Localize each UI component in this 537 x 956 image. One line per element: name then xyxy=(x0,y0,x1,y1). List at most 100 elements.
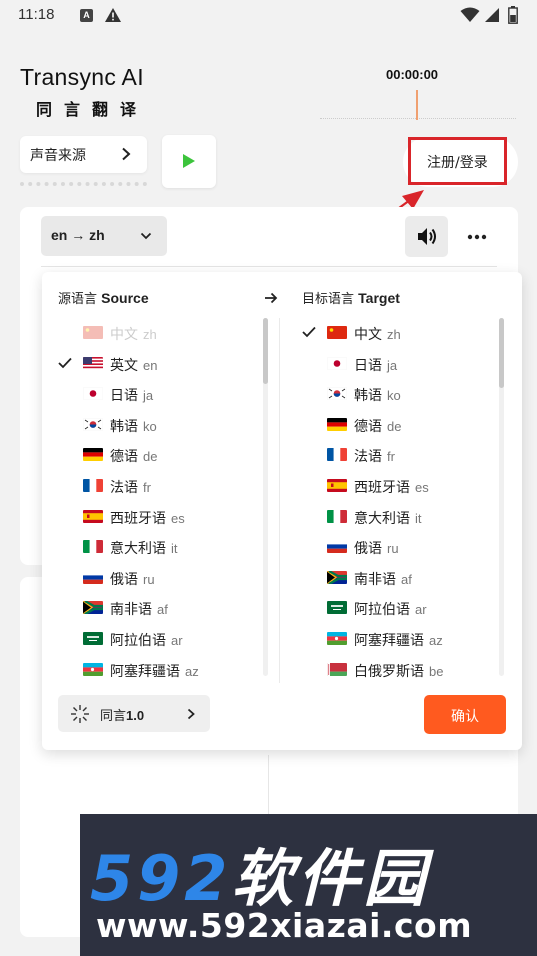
language-label: 南非语 xyxy=(354,571,396,588)
source-language-item-zh: 中文 zh xyxy=(58,318,276,349)
flag-de-icon xyxy=(83,448,103,462)
watermark-logo-text: 592软件园 xyxy=(90,828,429,918)
flag-za-icon xyxy=(83,601,103,615)
language-label: 阿塞拜疆语 xyxy=(354,632,424,649)
language-name: 阿拉伯语 ar xyxy=(354,599,427,619)
language-label: 韩语 xyxy=(110,418,138,435)
language-name: 中文 zh xyxy=(354,324,401,344)
language-code: fr xyxy=(143,479,151,495)
flag-it-icon xyxy=(327,509,347,523)
language-label: 英文 xyxy=(110,357,138,374)
target-language-item-ja[interactable]: 日语 ja xyxy=(302,349,520,380)
speaker-icon xyxy=(418,228,436,245)
app-subtitle: 同言翻译 xyxy=(36,100,149,119)
language-name: 英文 en xyxy=(110,355,157,375)
warning-icon xyxy=(105,8,121,22)
language-dropdown: 源语言 Source 目标语言 Target 中文 zh 英文 en 日语 ja 韩语 ko 德… xyxy=(42,272,522,750)
battery-icon xyxy=(508,6,518,24)
model-select-button[interactable]: 同言1.0 xyxy=(58,695,210,732)
language-code: ar xyxy=(415,602,427,618)
target-scroll-thumb[interactable] xyxy=(499,318,504,388)
recording-timer: 00:00:00 xyxy=(386,67,439,82)
waveform-playhead xyxy=(416,90,418,120)
language-label: 韩语 xyxy=(354,388,382,405)
input-level-meter xyxy=(20,182,147,188)
flag-fr-icon xyxy=(327,448,347,462)
language-code: az xyxy=(185,663,199,678)
language-name: 南非语 af xyxy=(110,599,168,619)
language-label: 德语 xyxy=(354,418,382,435)
language-code: zh xyxy=(143,327,157,342)
target-language-item-be[interactable]: 白俄罗斯语 be xyxy=(302,655,520,678)
flag-sa-icon xyxy=(327,601,347,615)
source-language-item-ja[interactable]: 日语 ja xyxy=(58,379,276,410)
source-language-item-it[interactable]: 意大利语 it xyxy=(58,532,276,563)
language-name: 德语 de xyxy=(354,416,401,436)
language-name: 白俄罗斯语 be xyxy=(354,661,443,678)
target-language-item-es[interactable]: 西班牙语 es xyxy=(302,471,520,502)
flag-cn-icon xyxy=(83,326,103,339)
language-label: 白俄罗斯语 xyxy=(354,663,424,678)
language-name: 法语 fr xyxy=(110,477,151,497)
checkmark-icon xyxy=(302,326,316,338)
target-heading-cn: 目标语言 xyxy=(302,292,355,307)
language-code: ja xyxy=(143,388,154,404)
confirm-button[interactable]: 确认 xyxy=(424,695,506,734)
target-language-item-zh[interactable]: 中文 zh xyxy=(302,318,520,349)
language-name: 阿拉伯语 ar xyxy=(110,630,183,650)
source-language-item-af[interactable]: 南非语 af xyxy=(58,593,276,624)
speaker-button[interactable] xyxy=(405,216,448,257)
language-code: es xyxy=(171,510,185,526)
language-label: 俄语 xyxy=(354,541,382,558)
source-language-item-az[interactable]: 阿塞拜疆语 az xyxy=(58,655,276,678)
flag-by-icon xyxy=(327,662,347,676)
source-language-item-en[interactable]: 英文 en xyxy=(58,349,276,380)
source-language-item-fr[interactable]: 法语 fr xyxy=(58,471,276,502)
site-watermark: 592软件园 www.592xiazai.com xyxy=(80,814,537,956)
source-language-list[interactable]: 中文 zh 英文 en 日语 ja 韩语 ko 德语 de 法语 fr 西班牙语 es 意大利语 it 俄语 ru… xyxy=(58,318,276,678)
source-language-item-ko[interactable]: 韩语 ko xyxy=(58,410,276,441)
app-title: Transync AI xyxy=(20,64,144,90)
target-language-item-de[interactable]: 德语 de xyxy=(302,410,520,441)
language-name: 日语 ja xyxy=(110,385,153,405)
language-code: ja xyxy=(387,357,398,373)
source-language-item-ar[interactable]: 阿拉伯语 ar xyxy=(58,624,276,655)
play-icon xyxy=(183,154,195,168)
language-label: 阿拉伯语 xyxy=(110,632,166,649)
source-scroll-thumb[interactable] xyxy=(263,318,268,384)
model-label: 同言1.0 xyxy=(100,705,144,724)
arrow-right-icon xyxy=(265,292,278,304)
source-language-item-de[interactable]: 德语 de xyxy=(58,440,276,471)
language-name: 意大利语 it xyxy=(354,508,422,528)
language-label: 意大利语 xyxy=(354,510,410,527)
audio-source-button[interactable]: 声音来源 xyxy=(20,136,147,173)
target-language-item-az[interactable]: 阿塞拜疆语 az xyxy=(302,624,520,655)
source-language-item-ru[interactable]: 俄语 ru xyxy=(58,563,276,594)
more-options-icon[interactable] xyxy=(466,230,488,244)
confirm-label: 确认 xyxy=(451,709,479,725)
target-language-item-af[interactable]: 南非语 af xyxy=(302,563,520,594)
signal-icon xyxy=(485,8,499,22)
target-language-item-fr[interactable]: 法语 fr xyxy=(302,440,520,471)
flag-ru-icon xyxy=(327,540,347,554)
target-language-item-it[interactable]: 意大利语 it xyxy=(302,502,520,533)
language-code: de xyxy=(387,418,402,434)
language-label: 西班牙语 xyxy=(354,479,410,496)
flag-fr-icon xyxy=(83,478,103,492)
source-language-item-es[interactable]: 西班牙语 es xyxy=(58,502,276,533)
target-language-item-ar[interactable]: 阿拉伯语 ar xyxy=(302,593,520,624)
target-language-list[interactable]: 中文 zh 日语 ja 韩语 ko 德语 de 法语 fr 西班牙语 es 意大利语 it 俄语 ru 南非语 a… xyxy=(302,318,520,678)
language-code: be xyxy=(429,663,444,678)
play-button[interactable] xyxy=(162,135,216,188)
sparkle-model-icon xyxy=(71,705,89,723)
flag-us-icon xyxy=(83,356,103,370)
target-language-item-ko[interactable]: 韩语 ko xyxy=(302,379,520,410)
target-language-item-ru[interactable]: 俄语 ru xyxy=(302,532,520,563)
language-name: 南非语 af xyxy=(354,569,412,589)
flag-sa-icon xyxy=(83,631,103,645)
watermark-name: 软件园 xyxy=(231,842,430,915)
language-pair-button[interactable]: en → zh xyxy=(41,216,167,256)
language-code: zh xyxy=(387,327,401,342)
language-code: ru xyxy=(143,571,155,587)
waveform-baseline xyxy=(320,118,516,119)
